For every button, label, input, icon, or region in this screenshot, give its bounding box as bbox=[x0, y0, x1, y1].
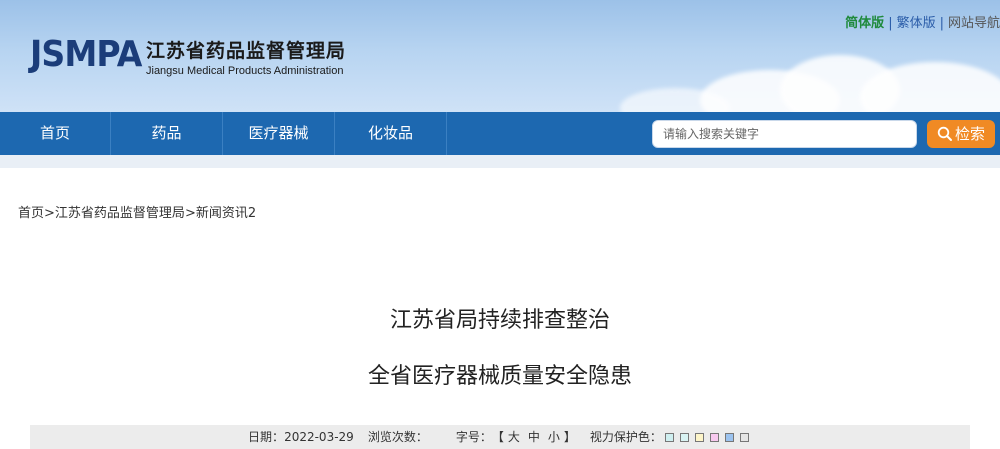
eye-care-swatch-6[interactable] bbox=[739, 433, 749, 442]
divider: | bbox=[888, 16, 893, 31]
breadcrumb-section[interactable]: 新闻资讯2 bbox=[196, 206, 256, 221]
site-title-en: Jiangsu Medical Products Administration bbox=[146, 65, 344, 77]
date-value: 2022-03-29 bbox=[284, 430, 354, 444]
site-logo[interactable]: JSMPA 江苏省药品监督管理局 Jiangsu Medical Product… bbox=[30, 34, 345, 77]
font-bracket-open: 【 bbox=[491, 430, 504, 444]
eye-care-swatch-4[interactable] bbox=[709, 433, 719, 442]
article-title-line1: 江苏省局持续排查整治 bbox=[389, 308, 610, 333]
font-size-label: 字号： bbox=[455, 430, 492, 444]
date-label: 日期： bbox=[248, 430, 285, 444]
logo-mark: JSMPA bbox=[30, 34, 142, 75]
site-header: JSMPA 江苏省药品监督管理局 Jiangsu Medical Product… bbox=[0, 0, 1000, 112]
eye-care-swatch-3[interactable] bbox=[694, 433, 704, 442]
nav-item-cosmetics[interactable]: 化妆品 bbox=[335, 112, 447, 155]
article-info-bar: 日期： 2022-03-29 浏览次数： 字号： 【 大 中 小 】 视力保护色… bbox=[30, 425, 970, 449]
search-button-label: 检索 bbox=[954, 125, 985, 143]
eye-care-swatch-2[interactable] bbox=[679, 433, 689, 442]
views-label: 浏览次数： bbox=[367, 430, 428, 444]
divider: | bbox=[939, 16, 944, 31]
traditional-link[interactable]: 繁体版 bbox=[897, 16, 936, 31]
eye-care-swatch-5[interactable] bbox=[724, 433, 734, 442]
site-nav-link[interactable]: 网站导航 bbox=[948, 16, 1000, 31]
eye-care-swatches bbox=[662, 425, 752, 449]
eye-care-swatch-1[interactable] bbox=[664, 433, 674, 442]
search-input[interactable]: 请输入搜索关键字 bbox=[652, 120, 917, 148]
breadcrumb-bureau[interactable]: 江苏省药品监督管理局 bbox=[55, 206, 185, 221]
article-title-line2: 全省医疗器械质量安全隐患 bbox=[367, 364, 632, 389]
breadcrumb: 首页>江苏省药品监督管理局>新闻资讯2 bbox=[18, 202, 256, 221]
font-small-link[interactable]: 小 bbox=[548, 425, 560, 449]
language-links: 简体版 | 繁体版 | 网站导航 bbox=[845, 12, 1000, 31]
breadcrumb-separator: > bbox=[184, 206, 196, 221]
nav-item-drugs[interactable]: 药品 bbox=[111, 112, 223, 155]
nav-item-home[interactable]: 首页 bbox=[0, 112, 111, 155]
main-navbar: 首页 药品 医疗器械 化妆品 请输入搜索关键字 检索 bbox=[0, 112, 1000, 155]
search-icon bbox=[937, 126, 952, 141]
site-title-cn: 江苏省药品监督管理局 bbox=[146, 40, 347, 62]
eye-care-label: 视力保护色： bbox=[589, 430, 662, 444]
font-large-link[interactable]: 大 bbox=[508, 425, 520, 449]
font-medium-link[interactable]: 中 bbox=[528, 425, 540, 449]
breadcrumb-home[interactable]: 首页 bbox=[18, 206, 44, 221]
breadcrumb-separator: > bbox=[44, 206, 55, 221]
simplified-link[interactable]: 简体版 bbox=[845, 16, 884, 31]
nav-item-devices[interactable]: 医疗器械 bbox=[223, 112, 335, 155]
font-bracket-close: 】 bbox=[563, 430, 576, 444]
nav-sub-strip bbox=[0, 155, 1000, 168]
search-button[interactable]: 检索 bbox=[927, 120, 995, 148]
